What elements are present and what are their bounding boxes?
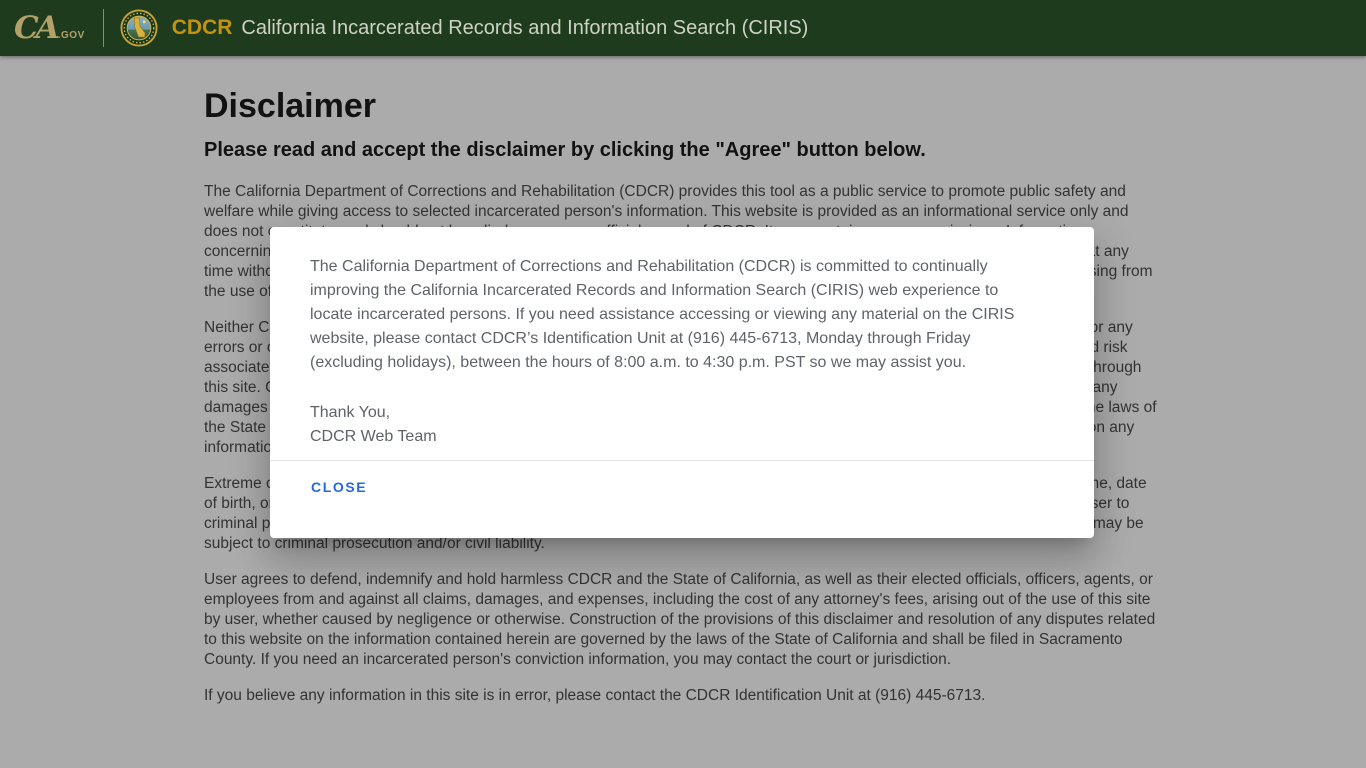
dialog-message: The California Department of Corrections…: [310, 258, 1015, 371]
cdcr-seal-icon: [120, 9, 158, 47]
app-title: California Incarcerated Records and Info…: [241, 16, 809, 39]
brand-cdcr[interactable]: CDCR: [172, 16, 233, 40]
header-divider: [102, 9, 104, 47]
ca-gov-logo[interactable]: CA .GOV: [14, 10, 85, 46]
info-dialog: The California Department of Corrections…: [270, 227, 1094, 538]
dialog-signature: CDCR Web Team: [310, 428, 437, 445]
dialog-divider: [270, 460, 1094, 461]
close-button[interactable]: CLOSE: [303, 473, 375, 501]
dialog-closing: Thank You,: [310, 404, 391, 421]
ca-gov-logo-ca: CA: [14, 10, 60, 46]
app-header: CA .GOV CDCR California Incarcerated Rec…: [0, 0, 1366, 56]
ca-gov-logo-gov: .GOV: [57, 30, 85, 41]
